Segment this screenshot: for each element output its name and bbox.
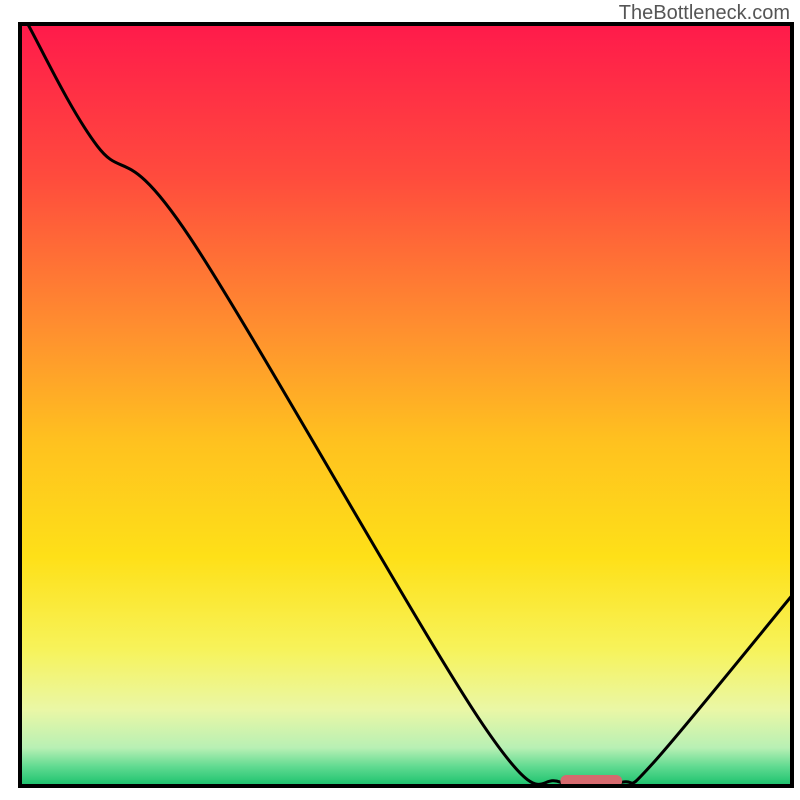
watermark-text: TheBottleneck.com [619, 2, 790, 25]
bottleneck-chart: TheBottleneck.com [0, 0, 800, 800]
chart-svg [0, 0, 800, 800]
gradient-background [20, 24, 792, 786]
